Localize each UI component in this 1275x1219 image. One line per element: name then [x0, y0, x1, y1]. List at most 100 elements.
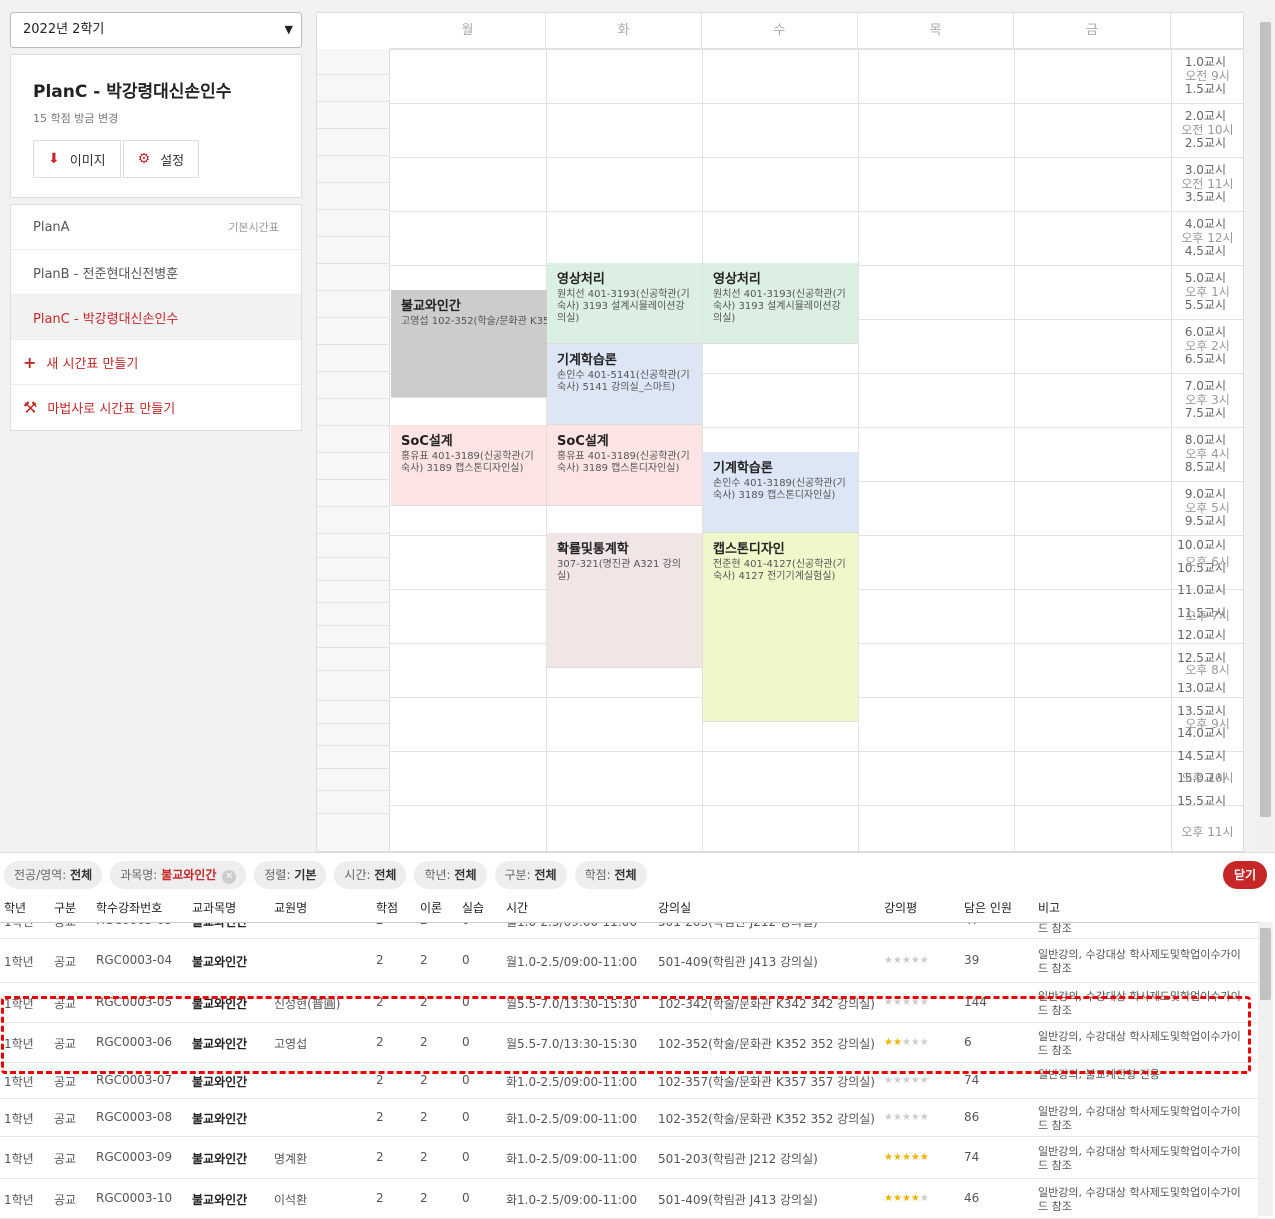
star-icon: ★	[892, 1075, 902, 1086]
course-block-info: 손인수 401-3189(신공학관(기숙사) 3189 캡스톤디자인실)	[713, 478, 846, 501]
course-block-title: 영상처리	[713, 272, 761, 287]
gear-icon: ⚙	[137, 151, 151, 167]
star-icon: ★	[919, 955, 929, 966]
column-header[interactable]: 교과목명	[192, 899, 236, 916]
star-icon: ★	[919, 1152, 929, 1163]
cell-time: 월1.0-2.5/09:00-11:00	[506, 923, 637, 930]
cell-count: 46	[964, 1191, 980, 1205]
star-icon: ★	[902, 923, 911, 926]
star-icon: ★	[919, 1037, 929, 1048]
course-block[interactable]: 기계학습론 손인수 401-3189(신공학관(기숙사) 3189 캡스톤디자인실…	[703, 452, 858, 533]
plan-item-b[interactable]: PlanB - 전준현대신전병훈	[11, 250, 301, 295]
period-line	[317, 425, 390, 426]
timetable-scrollbar[interactable]	[1258, 12, 1273, 852]
cell-code: RGC0003-07	[96, 1073, 173, 1087]
table-row[interactable]: 1학년 공교 RGC0003-06 불교와인간 고영섭 2 2 0 월5.5-7.0/13:30…	[0, 1023, 1258, 1063]
scrollbar-thumb[interactable]	[1260, 928, 1271, 1000]
wizard-label: 마법사로 시간표 만들기	[47, 402, 176, 417]
filter-chip[interactable]: 전공/영역: 전체	[4, 861, 103, 889]
course-block[interactable]: 확률및통계학 307-321(명진관 A321 강의실)	[547, 533, 702, 668]
filter-chip[interactable]: 과목명: 불교와인간 ✕	[110, 861, 247, 889]
filter-chip[interactable]: 학점: 전체	[574, 861, 647, 889]
table-row[interactable]: 1학년 공교 RGC0003-04 불교와인간 2 2 0 월1.0-2.5/09:00-11…	[0, 939, 1258, 983]
star-icon: ★	[901, 1075, 911, 1086]
image-button-label: 이미지	[69, 153, 106, 169]
cell-grade: 1학년	[4, 997, 34, 1011]
star-icon: ★	[884, 1152, 893, 1163]
table-scrollbar[interactable]	[1258, 922, 1273, 1216]
cell-lab: 0	[462, 1073, 470, 1087]
star-icon: ★	[884, 1037, 893, 1048]
plan-item-label: PlanC - 박강령대신손인수	[33, 311, 179, 327]
column-header[interactable]: 교원명	[274, 899, 307, 916]
filter-chip[interactable]: 구분: 전체	[494, 861, 567, 889]
period-label: 11.0교시	[1177, 583, 1226, 598]
course-block[interactable]: 캡스톤디자인 전준현 401-4127(신공학관(기숙사) 4127 전기기계실험…	[703, 533, 858, 722]
rating-stars: ★★★★★	[884, 955, 929, 966]
clock-label: 오후 5시	[1185, 501, 1230, 515]
column-header[interactable]: 학점	[376, 899, 398, 916]
clear-icon[interactable]: ✕	[222, 870, 237, 884]
semester-select[interactable]: 2022년 2학기 ▼	[10, 12, 302, 48]
clock-label: 오후 9시	[1185, 717, 1230, 731]
new-plan-button[interactable]: + 새 시간표 만들기	[11, 340, 301, 385]
star-icon: ★	[910, 1075, 920, 1086]
course-block[interactable]: 기계학습론 손인수 401-5141(신공학관(기숙사) 5141 강의실_스마트…	[547, 344, 702, 425]
settings-button[interactable]: ⚙ 설정	[122, 140, 200, 178]
cell-time: 월1.0-2.5/09:00-11:00	[506, 955, 638, 969]
table-row[interactable]: 1학년 공교 RGC0003-09 불교와인간 명계환 2 2 0 화1.0-2.5/09:00…	[0, 1137, 1258, 1179]
course-block[interactable]: 영상처리 원치선 401-3193(신공학관(기숙사) 3193 설계시뮬레이션강…	[547, 263, 702, 344]
filter-key: 학점:	[584, 868, 611, 882]
column-header[interactable]: 담은 인원	[964, 899, 1012, 916]
cell-code: RGC0003-06	[96, 1035, 173, 1049]
course-block-info: 원치선 401-3193(신공학관(기숙사) 3193 설계시뮬레이션강의실)	[713, 289, 846, 324]
star-icon: ★	[893, 923, 902, 926]
clock-label: 오후 10시	[1181, 771, 1234, 785]
period-line	[317, 745, 390, 747]
rating-stars: ★★★★★	[884, 997, 929, 1008]
scrollbar-thumb[interactable]	[1260, 22, 1271, 817]
column-header[interactable]: 시간	[506, 899, 528, 916]
table-row[interactable]: 1학년 공교 RGC0003-08 불교와인간 2 2 0 화1.0-2.5/09:00-11…	[0, 1099, 1258, 1137]
plan-meta: 15 학점 방금 변경	[33, 112, 119, 125]
column-header[interactable]: 강의실	[658, 899, 691, 916]
column-header[interactable]: 비고	[1038, 899, 1060, 916]
plan-item-a[interactable]: PlanA 기본시간표	[11, 205, 301, 250]
clock-label: 오전 10시	[1181, 123, 1234, 137]
table-row[interactable]: 1학년 공교 RGC0003-03 불교와인간 2 2 0 월1.0-2.5/09:00-11…	[0, 923, 1258, 939]
star-icon: ★	[884, 997, 893, 1008]
course-block-title: 확률및통계학	[557, 542, 629, 557]
course-block[interactable]: SoC설계 홍유표 401-3189(신공학관(기숙사) 3189 캡스톤디자인실…	[391, 425, 546, 506]
filter-chip[interactable]: 학년: 전체	[414, 861, 487, 889]
rating-stars: ★★★★★	[884, 1112, 929, 1123]
filter-chip[interactable]: 정렬: 기본	[254, 861, 327, 889]
column-header[interactable]: 강의평	[884, 899, 917, 916]
filter-chip[interactable]: 시간: 전체	[334, 861, 407, 889]
star-icon: ★	[884, 923, 893, 926]
table-row[interactable]: 1학년 공교 RGC0003-07 불교와인간 2 2 0 화1.0-2.5/09:00-11…	[0, 1063, 1258, 1099]
period-line	[317, 669, 390, 671]
clock-label: 오전 9시	[1185, 69, 1230, 83]
table-row[interactable]: 1학년 공교 RGC0003-05 불교와인간 신성현(普圓) 2 2 0 월5.5-7.0/1…	[0, 983, 1258, 1023]
course-block[interactable]: 영상처리원치선 401-3193(신공학관(기숙사) 3193 설계시뮬레이션강…	[703, 263, 858, 344]
period-line	[317, 317, 390, 318]
plan-item-c[interactable]: PlanC - 박강령대신손인수	[11, 295, 301, 340]
cell-type: 공교	[54, 923, 76, 930]
star-icon: ★	[919, 997, 929, 1008]
image-button[interactable]: ⬇ 이미지	[33, 140, 121, 178]
close-button[interactable]: 닫기	[1223, 861, 1267, 889]
cell-theory: 2	[420, 995, 428, 1009]
period-line	[317, 290, 390, 291]
column-header[interactable]: 학수강좌번호	[96, 899, 162, 916]
column-header[interactable]: 실습	[462, 899, 484, 916]
cell-subject: 불교와인간	[192, 997, 248, 1011]
column-header[interactable]: 학년	[4, 899, 26, 916]
course-block[interactable]: SoC설계 홍유표 401-3189(신공학관(기숙사) 3189 캡스톤디자인실…	[547, 425, 702, 506]
cell-count: 74	[964, 1150, 980, 1164]
grid-vline	[858, 49, 859, 851]
wizard-button[interactable]: ⚒ 마법사로 시간표 만들기	[11, 385, 301, 430]
column-header[interactable]: 이론	[420, 899, 442, 916]
table-row[interactable]: 1학년 공교 RGC0003-10 불교와인간 이석환 2 2 0 화1.0-2.5/09:00…	[0, 1179, 1258, 1219]
rating-stars: ★★★★★	[884, 1152, 929, 1163]
column-header[interactable]: 구분	[54, 899, 76, 916]
